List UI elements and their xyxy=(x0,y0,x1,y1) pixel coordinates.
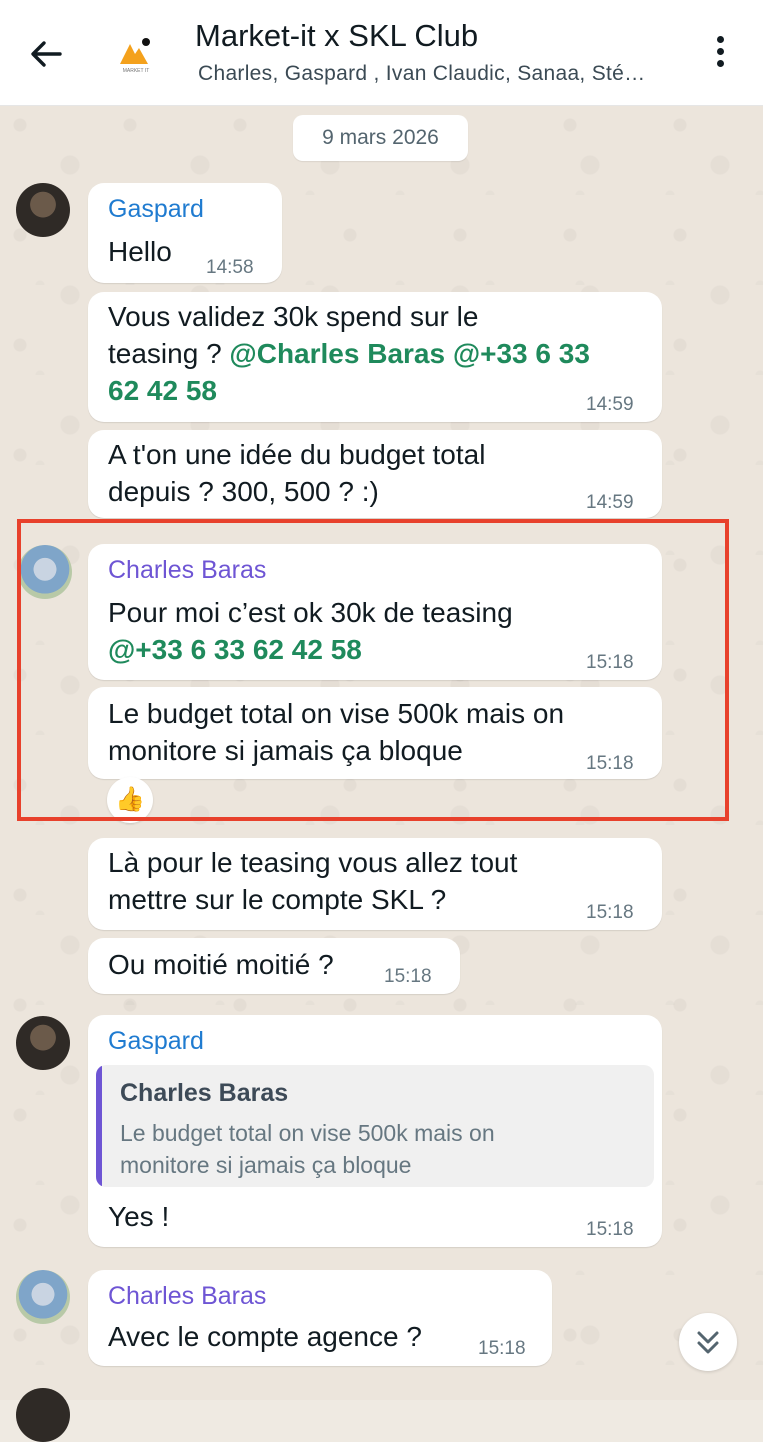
quote-text-line: monitore si jamais ça bloque xyxy=(120,1152,412,1178)
sender-name[interactable]: Gaspard xyxy=(108,195,204,224)
quote-text-line: Le budget total on vise 500k mais on xyxy=(120,1120,495,1146)
message-time: 14:58 xyxy=(206,257,254,278)
sender-name[interactable]: Gaspard xyxy=(108,1027,204,1056)
mention-link[interactable]: @Charles Baras @+33 6 33 xyxy=(229,338,590,369)
double-chevron-down-icon xyxy=(697,1331,719,1354)
message-text-line: teasing ? @Charles Baras @+33 6 33 xyxy=(108,335,590,372)
market-it-logo: MARKET IT xyxy=(120,38,150,74)
scroll-to-bottom-button[interactable] xyxy=(679,1313,737,1371)
message-bubble[interactable]: Gaspard Hello 14:58 xyxy=(88,183,282,283)
quote-accent-bar xyxy=(96,1065,102,1187)
back-arrow-icon[interactable] xyxy=(26,34,66,74)
more-options-icon[interactable] xyxy=(708,36,732,72)
message-bubble[interactable]: A t'on une idée du budget total depuis ?… xyxy=(88,430,662,518)
message-text: Avec le compte agence ? xyxy=(108,1321,422,1352)
message-text: Yes ! xyxy=(108,1201,170,1232)
message-bubble[interactable]: Vous validez 30k spend sur le teasing ? … xyxy=(88,292,662,422)
message-bubble[interactable]: Gaspard Charles Baras Le budget total on… xyxy=(88,1015,662,1247)
avatar-gaspard[interactable] xyxy=(16,183,70,237)
group-members[interactable]: Charles, Gaspard , Ivan Claudic, Sanaa, … xyxy=(198,62,645,86)
message-time: 15:18 xyxy=(586,1219,634,1240)
message-bubble[interactable]: Ou moitié moitié ? 15:18 xyxy=(88,938,460,994)
group-avatar[interactable]: MARKET IT xyxy=(108,26,164,82)
avatar-charles[interactable] xyxy=(16,1270,70,1324)
message-time: 15:18 xyxy=(586,902,634,923)
message-text: Ou moitié moitié ? xyxy=(108,949,334,980)
message-bubble[interactable]: Là pour le teasing vous allez tout mettr… xyxy=(88,838,662,930)
avatar-gaspard[interactable] xyxy=(16,1016,70,1070)
chat-header: MARKET IT Market-it x SKL Club Charles, … xyxy=(0,0,763,106)
message-text-line: A t'on une idée du budget total xyxy=(108,439,486,470)
message-text-line: Là pour le teasing vous allez tout xyxy=(108,847,518,878)
group-title[interactable]: Market-it x SKL Club xyxy=(195,18,478,54)
svg-text:MARKET IT: MARKET IT xyxy=(123,68,150,74)
message-text-line: mettre sur le compte SKL ? xyxy=(108,884,447,915)
quote-author: Charles Baras xyxy=(120,1079,289,1107)
message-text-line: Vous validez 30k spend sur le xyxy=(108,301,479,332)
message-time: 15:18 xyxy=(384,966,432,987)
message-bubble[interactable]: Charles Baras Avec le compte agence ? 15… xyxy=(88,1270,552,1366)
message-text: Hello xyxy=(108,236,172,267)
quoted-message[interactable]: Charles Baras Le budget total on vise 50… xyxy=(96,1065,654,1187)
message-time: 14:59 xyxy=(586,492,634,513)
mention-link[interactable]: 62 42 58 xyxy=(108,372,217,409)
message-text-line: depuis ? 300, 500 ? :) xyxy=(108,476,379,507)
message-text-plain: teasing ? xyxy=(108,338,230,369)
date-chip: 9 mars 2026 xyxy=(293,115,468,161)
highlight-box xyxy=(17,519,729,821)
avatar-partial xyxy=(16,1388,70,1442)
sender-name[interactable]: Charles Baras xyxy=(108,1282,266,1311)
message-time: 14:59 xyxy=(586,394,634,415)
message-time: 15:18 xyxy=(478,1338,526,1359)
